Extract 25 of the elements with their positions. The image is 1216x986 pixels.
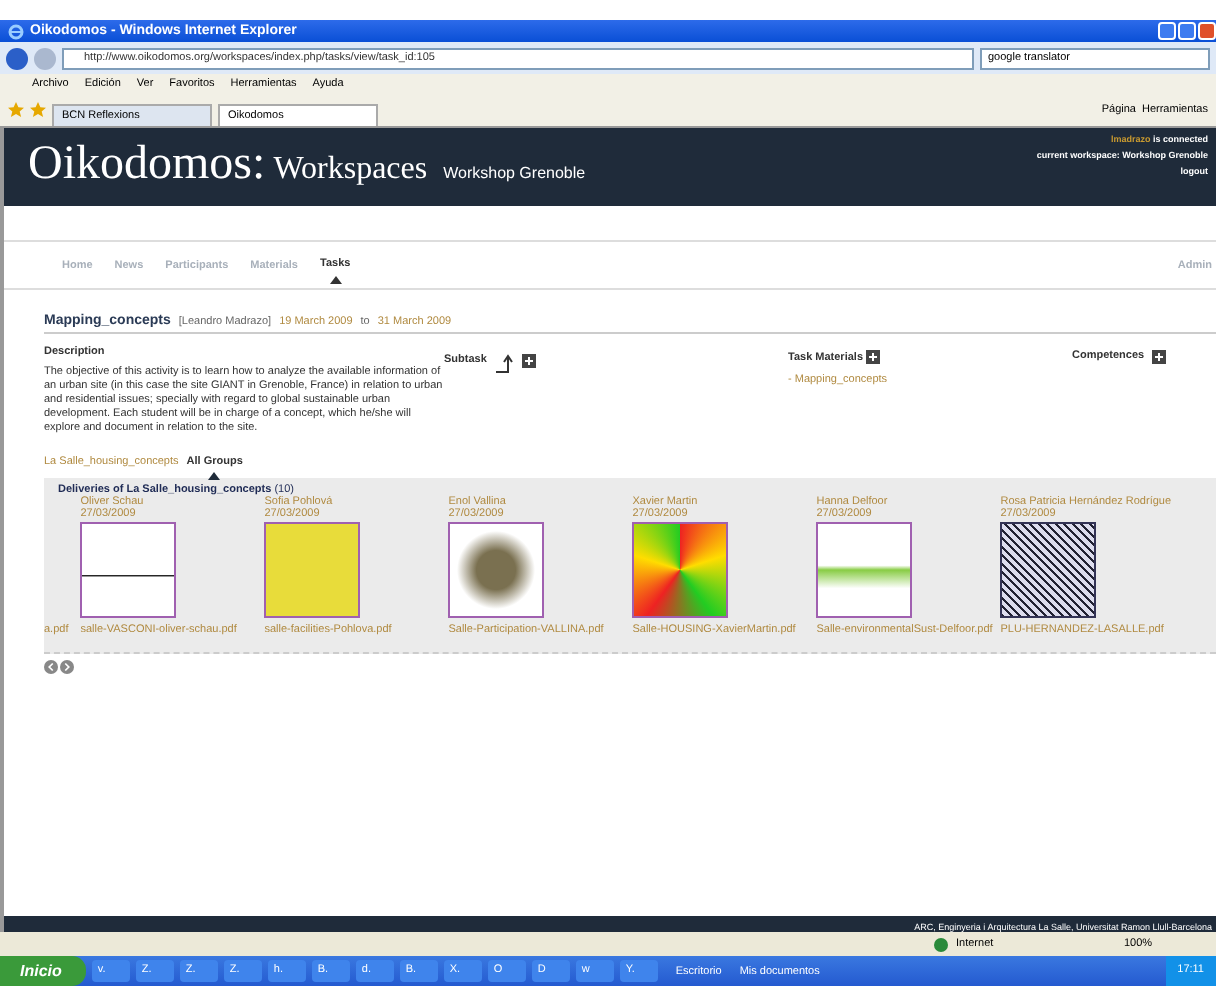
close-button[interactable] [1198,22,1216,40]
back-button[interactable] [6,47,28,69]
thumbnail-image[interactable] [264,522,361,618]
globe-icon [934,937,948,951]
thumbnail-image[interactable] [632,522,729,618]
thumbnail-image[interactable] [80,522,177,618]
minimize-button[interactable] [1158,22,1176,40]
selection-triangle-icon [208,472,221,480]
selection-triangle-icon [329,276,342,284]
thumbnail-image[interactable] [1000,522,1097,618]
thumbnail-image[interactable] [816,522,913,618]
site-logo: Oikodomos: [28,138,266,192]
browser-icon [8,23,24,39]
workspace-name: Workshop Grenoble [443,164,586,182]
favorites-star-icon[interactable] [8,102,24,118]
add-button[interactable] [1152,350,1167,364]
up-arrow-icon[interactable] [494,354,515,374]
start-button[interactable]: Inicio [0,956,86,986]
add-button[interactable] [522,354,537,368]
thumbnail-image[interactable] [448,522,545,618]
previous-button[interactable] [44,660,58,674]
maximize-button[interactable] [1178,22,1196,40]
add-button[interactable] [866,350,881,364]
next-button[interactable] [60,660,74,674]
site-logo-subtitle: Workspaces [273,152,428,188]
